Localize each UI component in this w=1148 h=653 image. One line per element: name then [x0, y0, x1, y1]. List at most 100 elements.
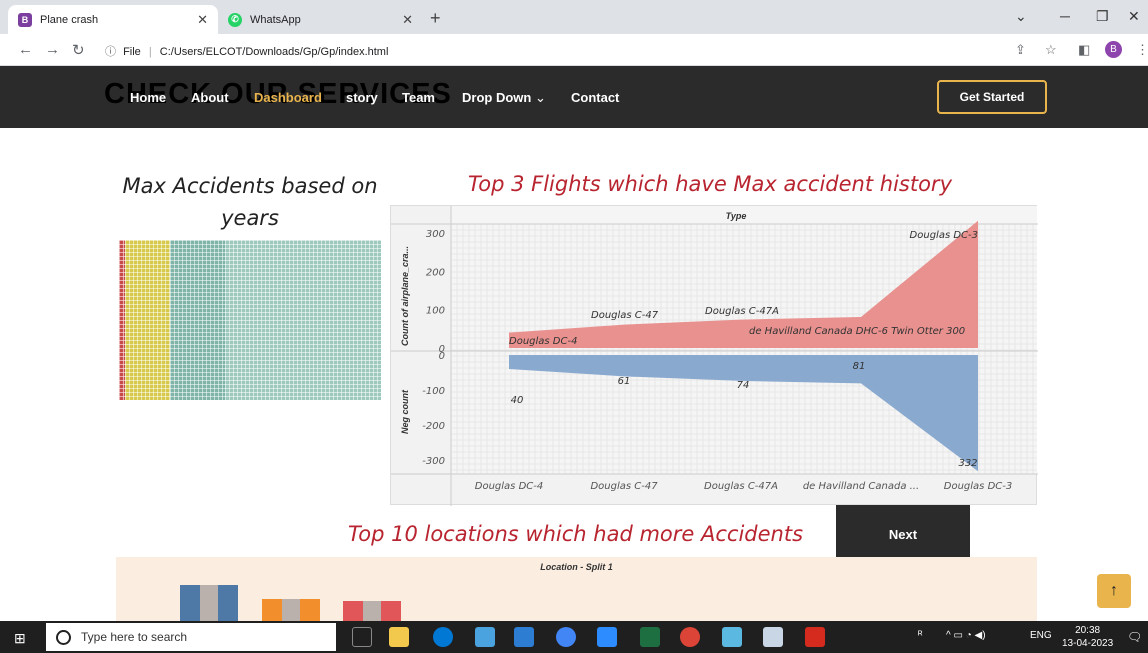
tab-title: WhatsApp — [250, 13, 301, 26]
nav-dashboard[interactable]: Dashboard — [254, 90, 322, 105]
tab-search-chevron-icon[interactable]: ⌄ — [1015, 8, 1027, 25]
clock-time: 20:38 — [1075, 625, 1101, 636]
profile-avatar[interactable]: B — [1105, 41, 1122, 58]
nav-home[interactable]: Home — [130, 90, 166, 105]
neg-count-value-label: 81 — [853, 361, 866, 372]
nav-story[interactable]: story — [346, 90, 378, 105]
nav-about[interactable]: About — [191, 90, 229, 105]
minimize-icon[interactable]: ─ — [1060, 8, 1070, 24]
location-bar — [381, 601, 401, 621]
side-panel-icon[interactable]: ◧ — [1078, 42, 1090, 58]
y-tick-top: 200 — [426, 267, 445, 278]
neg-count-value-label: 74 — [737, 380, 750, 391]
taskbar-search-placeholder: Type here to search — [81, 630, 188, 644]
chart-header: Type — [726, 211, 747, 221]
task-view-icon[interactable] — [352, 627, 372, 647]
nav-dropdown-label: Drop Down — [462, 90, 532, 105]
location-bar — [200, 585, 218, 621]
y-tick-bottom: 0 — [439, 351, 445, 362]
forward-icon[interactable]: → — [45, 41, 60, 58]
y-tick-bottom: -100 — [422, 386, 445, 397]
treemap-block — [125, 240, 170, 400]
new-tab-icon[interactable]: + — [430, 8, 441, 29]
chrome-icon[interactable] — [680, 627, 700, 647]
x-category-label: Douglas C-47A — [704, 481, 778, 492]
close-icon[interactable]: ✕ — [197, 12, 208, 28]
menu-kebab-icon[interactable]: ⋮ — [1136, 42, 1148, 58]
tab-title: Plane crash — [40, 13, 99, 26]
heading-max-accidents-years: Max Accidents based on years — [122, 174, 378, 230]
x-category-label: Douglas DC-4 — [475, 481, 543, 492]
back-icon[interactable]: ← — [18, 41, 33, 58]
zoom-icon[interactable] — [597, 627, 617, 647]
y-tick-top: 100 — [426, 306, 445, 317]
y-axis-label-bottom: Neg count — [400, 389, 410, 434]
clock-date: 13-04-2023 — [1062, 638, 1114, 649]
tray-icons[interactable]: ^ ▭ ◔ ◀) — [946, 630, 986, 641]
type-label: de Havilland Canada DHC-6 Twin Otter 300 — [749, 326, 965, 337]
acrobat-icon[interactable] — [805, 627, 825, 647]
location-bar — [218, 585, 238, 621]
location-bar — [282, 599, 300, 621]
store-icon[interactable] — [514, 627, 534, 647]
mail-icon[interactable] — [475, 627, 495, 647]
treemap-block — [170, 240, 225, 400]
nav-dropdown[interactable]: Drop Down ⌄ — [462, 90, 546, 106]
y-axis-label-top: Count of airplane_cra... — [400, 246, 410, 346]
close-icon[interactable]: ✕ — [402, 12, 413, 28]
x-category-label: Douglas C-47 — [590, 481, 658, 492]
viewer-icon[interactable] — [763, 627, 783, 647]
heading-top10-locations: Top 10 locations which had more Accident… — [348, 522, 804, 546]
windows-start-icon[interactable]: ⊞ — [14, 630, 26, 647]
url-field[interactable]: ⓘ File | C:/Users/ELCOT/Downloads/Gp/Gp/… — [105, 43, 388, 59]
language-indicator[interactable]: ENG — [1030, 630, 1052, 641]
taskbar-clock[interactable]: 20:38 13-04-2023 — [1062, 624, 1113, 650]
nav-contact[interactable]: Contact — [571, 90, 619, 105]
people-icon[interactable]: ᴿ — [918, 630, 923, 641]
treemap-block — [225, 240, 381, 400]
edge-icon[interactable] — [433, 627, 453, 647]
y-tick-bottom: -200 — [422, 421, 445, 432]
cortana-icon — [56, 629, 71, 645]
file-explorer-icon[interactable] — [389, 627, 409, 647]
windows-taskbar: ⊞ Type here to search 🎙 ᴿ ^ ▭ ◔ ◀) ENG 2… — [0, 621, 1148, 653]
restore-icon[interactable]: ❐ — [1096, 8, 1109, 25]
chrome-alt-icon[interactable] — [556, 627, 576, 647]
y-tick-bottom: -300 — [422, 456, 445, 467]
app-icon[interactable] — [722, 627, 742, 647]
tab-plane-crash[interactable]: B Plane crash ✕ — [8, 5, 218, 34]
bootstrap-favicon-icon: B — [18, 12, 32, 27]
notifications-icon[interactable]: 🗨 — [1127, 630, 1142, 644]
location-split-label: Location - Split 1 — [540, 562, 613, 572]
heading-top3-flights: Top 3 Flights which have Max accident hi… — [468, 172, 952, 196]
type-label: Douglas C-47A — [705, 306, 779, 317]
get-started-button[interactable]: Get Started — [937, 80, 1047, 114]
scroll-to-top-button[interactable]: ↑ — [1097, 574, 1131, 608]
next-button[interactable]: Next — [836, 505, 970, 564]
neg-count-value-label: 332 — [958, 458, 977, 469]
taskbar-search-input[interactable]: Type here to search — [46, 623, 336, 651]
info-icon: ⓘ — [105, 46, 116, 58]
type-label: Douglas C-47 — [591, 310, 659, 321]
top10-locations-chart: Location - Split 1 — [116, 557, 1037, 621]
excel-icon[interactable] — [640, 627, 660, 647]
x-category-label: de Havilland Canada ... — [803, 481, 919, 492]
share-icon[interactable]: ⇪ — [1015, 42, 1026, 58]
location-bar — [363, 601, 381, 621]
microphone-icon[interactable]: 🎙 — [315, 630, 332, 646]
address-bar-row: ← → ↻ ⓘ File | C:/Users/ELCOT/Downloads/… — [0, 34, 1148, 66]
bookmark-star-icon[interactable]: ☆ — [1045, 42, 1057, 58]
location-bar — [262, 599, 282, 621]
x-category-label: Douglas DC-3 — [944, 481, 1012, 492]
url-scheme-label: File — [123, 46, 141, 58]
type-label: Douglas DC-4 — [509, 336, 577, 347]
nav-team[interactable]: Team — [402, 90, 435, 105]
tab-whatsapp[interactable]: ✆ WhatsApp ✕ — [218, 5, 423, 34]
top3-flights-chart-svg: Type01002003000-100-200-300Count of airp… — [391, 206, 1038, 506]
window-close-icon[interactable]: ✕ — [1128, 8, 1140, 25]
type-label: Douglas DC-3 — [910, 230, 978, 241]
reload-icon[interactable]: ↻ — [72, 41, 85, 59]
browser-tabbar: B Plane crash ✕ ✆ WhatsApp ✕ + ⌄ ─ ❐ ✕ — [0, 0, 1148, 34]
url-text: C:/Users/ELCOT/Downloads/Gp/Gp/index.htm… — [159, 46, 389, 58]
chevron-down-icon: ⌄ — [534, 90, 546, 105]
